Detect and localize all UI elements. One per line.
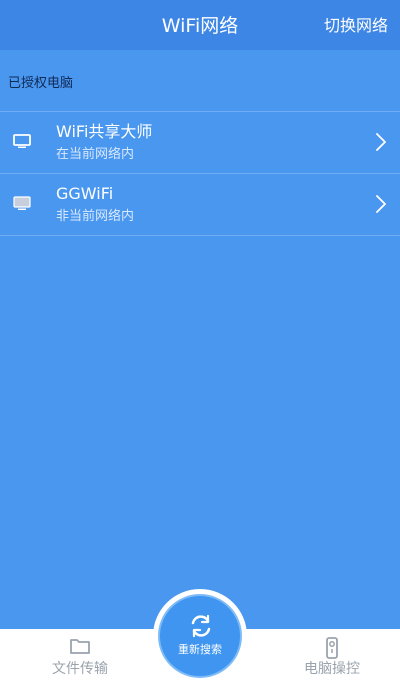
monitor-icon (13, 196, 31, 210)
refresh-icon (191, 614, 211, 638)
monitor-icon (13, 134, 31, 148)
device-list: WiFi共享大师 在当前网络内 GGWiFi 非当前网络内 (0, 112, 400, 236)
authorized-computers-label: 已授权电脑 (8, 76, 74, 91)
chevron-right-icon (376, 195, 386, 213)
computer-control-tab[interactable]: 电脑操控 (252, 629, 400, 684)
rescan-button[interactable]: 重新搜索 (158, 594, 242, 678)
device-name: WiFi共享大师 (56, 122, 153, 141)
chevron-right-icon (376, 133, 386, 151)
device-status: 在当前网络内 (56, 147, 135, 162)
device-row-ggwifi[interactable]: GGWiFi 非当前网络内 (0, 174, 400, 236)
switch-network-button[interactable]: 切换网络 (324, 15, 388, 37)
top-header: WiFi网络 切换网络 (0, 0, 400, 50)
rescan-button-ring: 重新搜索 (153, 589, 247, 683)
computer-control-label: 电脑操控 (304, 661, 360, 677)
device-name: GGWiFi (56, 184, 114, 203)
device-row-wifi-master[interactable]: WiFi共享大师 在当前网络内 (0, 112, 400, 174)
file-transfer-tab[interactable]: 文件传输 (0, 629, 160, 684)
rescan-label: 重新搜索 (178, 643, 222, 656)
device-status: 非当前网络内 (56, 209, 135, 224)
folder-icon (70, 639, 90, 654)
remote-control-icon (326, 637, 338, 659)
file-transfer-label: 文件传输 (52, 661, 108, 677)
